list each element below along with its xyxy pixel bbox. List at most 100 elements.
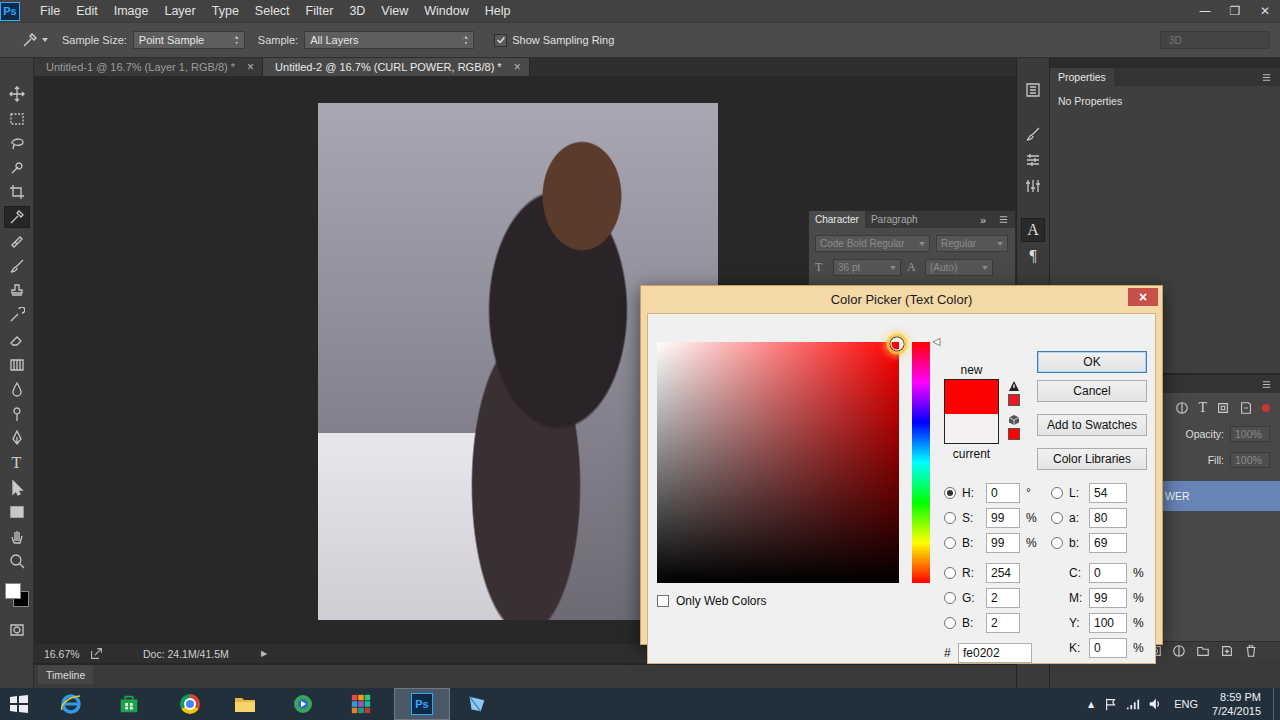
color-field-marker[interactable]: [890, 338, 903, 351]
radio-button[interactable]: [944, 617, 956, 629]
not-web-safe-cube-icon[interactable]: [1008, 414, 1020, 426]
value-field[interactable]: 0: [1089, 563, 1127, 583]
window-control[interactable]: ✕: [1250, 4, 1280, 18]
radio-button[interactable]: [944, 512, 956, 524]
tool-button[interactable]: [4, 403, 30, 425]
taskbar-button[interactable]: [162, 688, 218, 720]
volume-icon[interactable]: [1148, 697, 1162, 711]
checkbox-box[interactable]: [657, 595, 669, 607]
input-language[interactable]: ENG: [1174, 698, 1198, 710]
menu-item[interactable]: Type: [204, 4, 247, 18]
sample-size-select[interactable]: Point Sample: [133, 31, 245, 49]
tool-button[interactable]: [4, 477, 30, 499]
radio-button[interactable]: [944, 537, 956, 549]
gamut-color-swatch[interactable]: [1008, 394, 1020, 406]
opacity-field[interactable]: 100%: [1230, 426, 1270, 442]
value-field[interactable]: 2: [986, 588, 1020, 608]
radio-button[interactable]: [944, 487, 956, 499]
tool-button[interactable]: [4, 231, 30, 253]
tool-button[interactable]: [4, 132, 30, 154]
export-icon[interactable]: [90, 647, 103, 660]
tool-button[interactable]: [4, 206, 30, 228]
tool-button[interactable]: [4, 427, 30, 449]
tool-button[interactable]: [4, 304, 30, 326]
current-color-swatch[interactable]: [945, 414, 998, 443]
value-field[interactable]: 69: [1089, 533, 1127, 553]
show-desktop-button[interactable]: [1273, 688, 1280, 720]
value-field[interactable]: 254: [986, 563, 1020, 583]
panel-button[interactable]: [1021, 148, 1045, 172]
document-tab[interactable]: Untitled-1 @ 16.7% (Layer 1, RGB/8) * ×: [34, 58, 263, 76]
tool-button[interactable]: [4, 83, 30, 105]
hex-field[interactable]: fe0202: [958, 643, 1032, 663]
menu-item[interactable]: File: [32, 4, 68, 18]
tool-button[interactable]: [4, 157, 30, 179]
close-tab-button[interactable]: ×: [247, 60, 254, 74]
panel-button[interactable]: [1021, 78, 1045, 102]
menu-item[interactable]: Select: [247, 4, 298, 18]
value-field[interactable]: 80: [1089, 508, 1127, 528]
value-field[interactable]: 99: [986, 508, 1020, 528]
value-field[interactable]: 2: [986, 613, 1020, 633]
panel-tab[interactable]: Character: [809, 211, 865, 228]
tool-button[interactable]: [4, 378, 30, 400]
tool-button[interactable]: T: [4, 452, 30, 474]
properties-tab[interactable]: Properties: [1050, 68, 1114, 86]
menu-item[interactable]: Help: [477, 4, 519, 18]
tool-button[interactable]: [4, 526, 30, 548]
value-field[interactable]: 0: [1089, 638, 1127, 658]
panel-button[interactable]: [1021, 174, 1045, 198]
value-field[interactable]: 0: [986, 483, 1020, 503]
taskbar-button[interactable]: Ps: [394, 688, 450, 720]
tool-button[interactable]: [4, 550, 30, 572]
menu-item[interactable]: Edit: [68, 4, 106, 18]
hue-slider[interactable]: [912, 342, 930, 583]
type-filter-icon[interactable]: T: [1198, 400, 1207, 416]
action-center-flag-icon[interactable]: [1104, 697, 1118, 711]
sampling-ring-checkbox[interactable]: Show Sampling Ring: [494, 34, 614, 47]
dialog-button[interactable]: Cancel: [1037, 380, 1147, 402]
clock[interactable]: 8:59 PM 7/24/2015: [1212, 690, 1261, 718]
taskbar-button[interactable]: [336, 688, 392, 720]
menu-item[interactable]: Window: [416, 4, 476, 18]
window-control[interactable]: ❐: [1220, 4, 1250, 18]
value-field[interactable]: 99: [1089, 588, 1127, 608]
new-icon[interactable]: [1220, 644, 1234, 658]
collapse-button[interactable]: »: [980, 214, 986, 226]
taskbar-button[interactable]: [452, 688, 508, 720]
value-field[interactable]: 54: [1089, 483, 1127, 503]
font-family-select[interactable]: Code Bold Regular: [815, 235, 930, 252]
panel-button[interactable]: ¶: [1021, 244, 1045, 268]
timeline-tab[interactable]: Timeline: [38, 665, 93, 684]
fill-field[interactable]: 100%: [1230, 452, 1270, 468]
quick-mask-button[interactable]: [4, 619, 30, 641]
tool-button[interactable]: [4, 329, 30, 351]
menu-item[interactable]: Image: [106, 4, 157, 18]
menu-item[interactable]: 3D: [341, 4, 373, 18]
taskbar-button[interactable]: [104, 688, 160, 720]
only-web-colors-checkbox[interactable]: Only Web Colors: [657, 594, 899, 608]
menu-item[interactable]: Filter: [298, 4, 342, 18]
radio-button[interactable]: [944, 567, 956, 579]
panel-menu-icon[interactable]: [998, 214, 1009, 225]
checkbox-box[interactable]: [494, 34, 507, 47]
network-icon[interactable]: [1126, 697, 1140, 711]
taskbar-button[interactable]: [46, 688, 102, 720]
tool-button[interactable]: [4, 501, 30, 523]
tool-button[interactable]: [4, 280, 30, 302]
tool-preset-picker[interactable]: [22, 32, 48, 48]
menu-item[interactable]: Layer: [156, 4, 203, 18]
tool-button[interactable]: [4, 354, 30, 376]
panel-button[interactable]: A: [1021, 218, 1045, 242]
zoom-level[interactable]: 16.67%: [44, 648, 90, 660]
adjust-icon[interactable]: [1172, 644, 1186, 658]
value-field[interactable]: 99: [986, 533, 1020, 553]
dialog-button[interactable]: OK: [1037, 351, 1147, 373]
tool-button[interactable]: [4, 181, 30, 203]
panel-tab[interactable]: Paragraph: [865, 211, 924, 228]
font-size-select[interactable]: 36 pt: [833, 259, 901, 276]
dialog-button[interactable]: Add to Swatches: [1037, 414, 1147, 436]
foreground-color[interactable]: [5, 583, 21, 599]
panel-menu-icon[interactable]: [1261, 379, 1272, 390]
tool-button[interactable]: [4, 255, 30, 277]
